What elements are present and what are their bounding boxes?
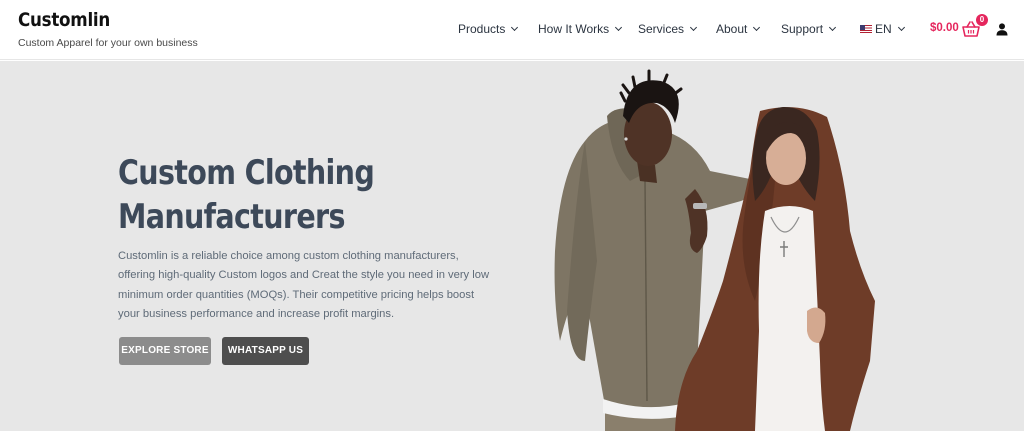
hero-description: Customlin is a reliable choice among cus…: [118, 250, 490, 321]
site-logo[interactable]: Customlin: [18, 9, 110, 31]
nav-item-label: How It Works: [538, 22, 610, 36]
nav-item-label: About: [716, 22, 748, 36]
explore-store-button[interactable]: EXPLORE STORE: [119, 337, 211, 365]
whatsapp-us-button[interactable]: WHATSAPP US: [222, 337, 309, 365]
chevron-down-icon: [828, 23, 837, 32]
nav-item-label: Support: [781, 22, 824, 36]
nav-item-about[interactable]: About: [716, 22, 761, 36]
chevron-down-icon: [689, 23, 698, 32]
nav-item-services[interactable]: Services: [638, 22, 698, 36]
chevron-down-icon: [753, 23, 761, 32]
hero-title: Custom Clothing Manufacturers: [118, 153, 375, 237]
nav-item-support[interactable]: Support: [781, 22, 837, 36]
nav-item-label: Services: [638, 22, 685, 36]
cart-count-badge: 0: [976, 14, 988, 26]
chevron-down-icon: [897, 23, 905, 32]
chevron-down-icon: [615, 23, 623, 32]
language-selector[interactable]: EN: [860, 22, 905, 36]
chevron-down-icon: [511, 23, 519, 32]
cart-total[interactable]: $0.00: [930, 22, 959, 34]
hero-models-image: [554, 69, 875, 431]
user-account-icon[interactable]: [996, 23, 1008, 36]
site-header: Customlin Custom Apparel for your own bu…: [0, 0, 1024, 60]
nav-item-how-it-works[interactable]: How It Works: [538, 22, 623, 36]
hero-section: Custom Clothing Manufacturers Customlin …: [0, 61, 1024, 431]
nav-item-products[interactable]: Products: [458, 22, 519, 36]
site-tagline: Custom Apparel for your own business: [18, 37, 198, 49]
us-flag-icon: [860, 25, 872, 33]
language-label: EN: [875, 22, 892, 36]
nav-item-label: Products: [458, 22, 506, 36]
